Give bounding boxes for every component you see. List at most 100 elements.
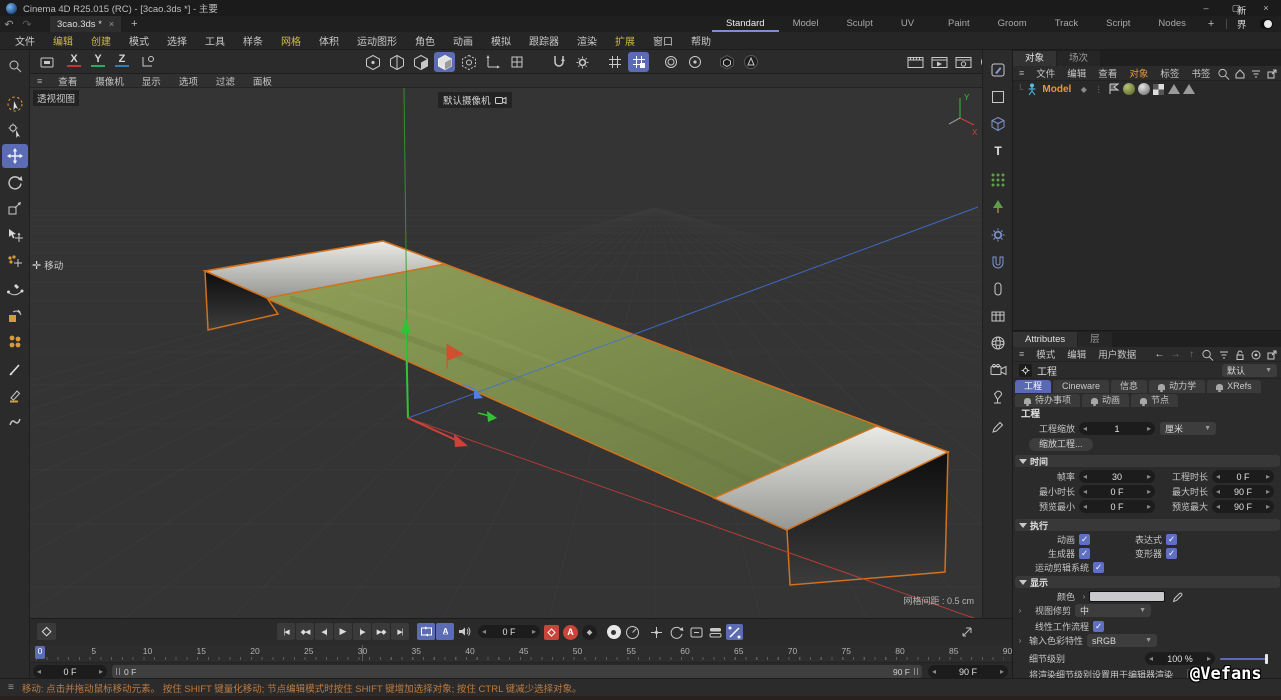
sphere-wire-icon[interactable] <box>985 331 1011 355</box>
time-spinner-预览最小[interactable]: ◂0 F▸ <box>1079 500 1155 513</box>
preview-range-bar[interactable]: 0 F 90 F <box>112 665 922 678</box>
viewport-menu-面板[interactable]: 面板 <box>244 74 281 88</box>
next-key-icon[interactable]: ▶◆ <box>372 623 390 640</box>
preset-dropdown[interactable]: 默认▼ <box>1222 364 1277 377</box>
menu-工具[interactable]: 工具 <box>196 33 234 48</box>
menu-跟踪器[interactable]: 跟踪器 <box>520 33 568 48</box>
om-menu-标签[interactable]: 标签 <box>1154 66 1185 80</box>
time-spinner-最大时长[interactable]: ◂90 F▸ <box>1212 485 1274 498</box>
gear-blue-icon[interactable] <box>985 223 1011 247</box>
popout-icon[interactable] <box>1265 67 1278 80</box>
record-dial-icon[interactable] <box>624 624 641 640</box>
axis-lock-z-button[interactable]: Z <box>112 53 132 71</box>
next-frame-icon[interactable]: |▶ <box>353 623 371 640</box>
attr-tab-动力学[interactable]: 动力学 <box>1149 380 1205 393</box>
workplane-mode-icon[interactable] <box>506 52 527 72</box>
pencil-icon[interactable] <box>985 415 1011 439</box>
workplane-panel-icon[interactable] <box>985 304 1011 328</box>
target-icon[interactable] <box>1249 348 1262 361</box>
asset-pen-icon[interactable] <box>985 58 1011 82</box>
menu-角色[interactable]: 角色 <box>406 33 444 48</box>
current-frame-spinner[interactable]: ◂0 F▸ <box>478 625 540 638</box>
viewport-menu-过滤[interactable]: 过滤 <box>207 74 244 88</box>
exec-checkbox-动画[interactable]: ✓ <box>1079 534 1090 545</box>
points-mode-icon[interactable] <box>362 52 383 72</box>
tweak-icon[interactable] <box>2 118 28 142</box>
time-section-bar[interactable]: 时间 <box>1015 455 1280 467</box>
snap-on-icon[interactable] <box>628 52 649 72</box>
camera-icon[interactable] <box>985 358 1011 382</box>
object-row-model[interactable]: └ Model ◆ ⋮ <box>1013 81 1281 97</box>
text-icon[interactable]: T <box>985 139 1011 163</box>
pen-tool-icon[interactable] <box>2 384 28 408</box>
prev-key-icon[interactable]: ◆◀ <box>296 623 314 640</box>
range-grip-right[interactable] <box>914 668 918 675</box>
menu-扩展[interactable]: 扩展 <box>606 33 644 48</box>
model-mode-icon[interactable] <box>434 52 455 72</box>
add-document-tab-button[interactable]: + <box>131 18 137 30</box>
phong-tag-2[interactable] <box>1182 83 1195 96</box>
range-grip-left[interactable] <box>116 668 120 675</box>
time-spinner-工程时长[interactable]: ◂0 F▸ <box>1212 470 1274 483</box>
om-menu-编辑[interactable]: 编辑 <box>1061 66 1092 80</box>
popout-icon[interactable] <box>1265 348 1278 361</box>
spline-magnet-icon[interactable] <box>985 250 1011 274</box>
record-rotation-icon[interactable] <box>668 624 685 640</box>
timeline-expand-icon[interactable] <box>958 623 976 640</box>
layout-tab-uv-edit[interactable]: UV Edit <box>887 16 934 32</box>
light-icon[interactable] <box>985 385 1011 409</box>
viewport-menu-显示[interactable]: 显示 <box>133 74 170 88</box>
coordinate-system-icon[interactable] <box>137 52 158 72</box>
arrow-right-icon[interactable]: → <box>1169 348 1182 361</box>
tab-takes[interactable]: 场次 <box>1057 51 1100 66</box>
attr-menu-模式[interactable]: 模式 <box>1030 347 1061 361</box>
capsule-icon[interactable] <box>985 277 1011 301</box>
color-swatch[interactable] <box>1089 591 1165 602</box>
matrix-icon[interactable] <box>985 168 1011 192</box>
key-diamond-icon[interactable] <box>37 623 56 640</box>
enable-dots-icon[interactable]: ⋮ <box>1092 83 1105 96</box>
knife-icon[interactable] <box>2 358 28 382</box>
snap-off-icon[interactable] <box>604 52 625 72</box>
document-tab[interactable]: 3cao.3ds * × <box>50 16 121 32</box>
render-view-icon[interactable] <box>905 52 926 72</box>
object-name[interactable]: Model <box>1042 84 1071 95</box>
minimize-button[interactable]: – <box>1191 0 1221 16</box>
view-clip-dropdown[interactable]: 中▼ <box>1075 604 1151 617</box>
tab-objects[interactable]: 对象 <box>1013 51 1056 66</box>
range-end-spinner[interactable]: ◂90 F▸ <box>928 665 1008 678</box>
menu-选择[interactable]: 选择 <box>158 33 196 48</box>
add-layout-tab-button[interactable]: + <box>1200 18 1222 30</box>
execution-section-bar[interactable]: 执行 <box>1015 519 1280 531</box>
material-green-tag[interactable] <box>1122 83 1135 96</box>
viewport-menu-摄像机[interactable]: 摄像机 <box>86 74 133 88</box>
uvw-tag[interactable] <box>1152 83 1165 96</box>
texture-mode-icon[interactable] <box>458 52 479 72</box>
expand-icon[interactable]: › <box>1015 636 1025 645</box>
keyframe-selection-icon[interactable] <box>581 624 598 640</box>
om-menu-书签[interactable]: 书签 <box>1185 66 1216 80</box>
render-picture-viewer-icon[interactable] <box>929 52 950 72</box>
layout-tab-model[interactable]: Model <box>779 16 833 32</box>
attr-tab-工程[interactable]: 工程 <box>1015 380 1051 393</box>
go-start-icon[interactable]: |◀ <box>277 623 295 640</box>
timeline-ruler[interactable]: 051015202530354045505560657075808590 <box>30 645 1012 662</box>
go-end-icon[interactable]: ▶| <box>391 623 409 640</box>
lock-icon[interactable] <box>1233 348 1246 361</box>
viewport-3d[interactable]: Y X 透视视图 默认摄像机 网格间距 : 0.5 cm ✛ 移动 <box>30 88 982 618</box>
layout-tab-paint[interactable]: Paint <box>934 16 984 32</box>
quantize-settings-icon[interactable] <box>684 52 705 72</box>
exec-checkbox-变形器[interactable]: ✓ <box>1166 548 1177 559</box>
menu-样条[interactable]: 样条 <box>234 33 272 48</box>
attr-menu-用户数据[interactable]: 用户数据 <box>1092 347 1142 361</box>
display-section-bar[interactable]: 显示 <box>1015 576 1280 588</box>
enable-axis-icon[interactable] <box>548 52 569 72</box>
om-menu-对象[interactable]: 对象 <box>1123 66 1154 80</box>
layout-tab-standard[interactable]: Standard <box>712 16 779 32</box>
status-burger-icon[interactable]: ≡ <box>8 682 14 693</box>
expand-icon[interactable]: › <box>1015 606 1025 615</box>
home-icon[interactable] <box>1233 67 1246 80</box>
project-scale-spinner[interactable]: ◂1▸ <box>1079 422 1155 435</box>
menu-编辑[interactable]: 编辑 <box>44 33 82 48</box>
arrow-left-icon[interactable]: ← <box>1153 348 1166 361</box>
